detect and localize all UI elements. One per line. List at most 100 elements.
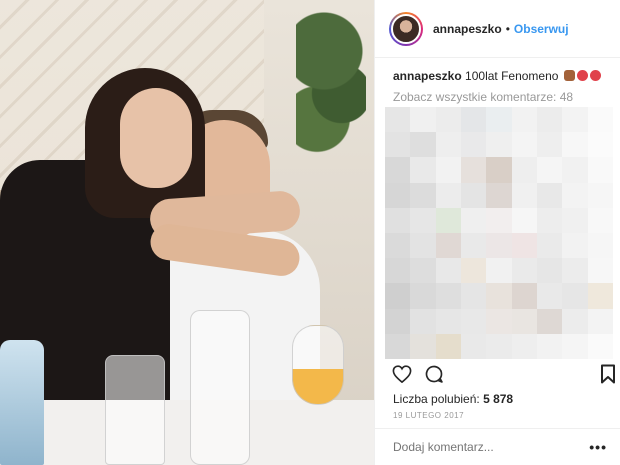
mosaic-tile (461, 308, 487, 334)
mosaic-tile (562, 258, 588, 284)
photo-carafe (190, 310, 250, 465)
mosaic-tile (435, 182, 461, 208)
mosaic-tile (385, 207, 411, 233)
pixelated-comments-area (385, 107, 613, 359)
mosaic-tile (461, 182, 487, 208)
mosaic-tile (385, 157, 411, 183)
mosaic-tile (537, 182, 563, 208)
lollipop-emoji-icon (576, 70, 588, 81)
mosaic-tile (461, 107, 487, 133)
mosaic-tile (587, 207, 613, 233)
avatar[interactable] (389, 11, 423, 46)
mosaic-tile (537, 107, 563, 133)
photo-woman-face (120, 88, 192, 188)
caption-text: 100lat Fenomeno (465, 69, 559, 83)
mosaic-tile (435, 107, 461, 133)
mosaic-tile (385, 132, 411, 158)
mosaic-tile (410, 333, 436, 359)
photo-bottle (0, 340, 44, 465)
mosaic-tile (511, 233, 537, 259)
mosaic-tile (410, 207, 436, 233)
mosaic-tile (486, 258, 512, 284)
mosaic-tile (435, 132, 461, 158)
mosaic-tile (587, 182, 613, 208)
mosaic-tile (562, 182, 588, 208)
bookmark-icon (601, 364, 615, 384)
mosaic-tile (385, 283, 411, 309)
comment-input[interactable] (393, 440, 590, 454)
photo-glass (105, 355, 165, 465)
mosaic-tile (435, 283, 461, 309)
mosaic-tile (461, 207, 487, 233)
mosaic-tile (385, 308, 411, 334)
mosaic-tile (410, 107, 436, 133)
likes-count[interactable]: Liczba polubień: 5 878 (393, 392, 513, 406)
mosaic-tile (486, 308, 512, 334)
mosaic-tile (587, 132, 613, 158)
mosaic-tile (511, 132, 537, 158)
like-button[interactable] (389, 362, 415, 386)
author-username[interactable]: annapeszko (433, 22, 502, 36)
save-button[interactable] (595, 362, 620, 386)
separator-dot: • (505, 21, 510, 36)
mosaic-tile (435, 233, 461, 259)
mosaic-tile (435, 308, 461, 334)
mosaic-tile (511, 258, 537, 284)
mosaic-tile (562, 233, 588, 259)
mosaic-tile (587, 107, 613, 133)
mosaic-tile (486, 182, 512, 208)
mosaic-tile (410, 308, 436, 334)
mosaic-tile (461, 283, 487, 309)
mosaic-tile (587, 308, 613, 334)
mosaic-tile (486, 333, 512, 359)
mosaic-tile (511, 207, 537, 233)
mosaic-tile (537, 132, 563, 158)
mosaic-tile (486, 283, 512, 309)
heart-icon (392, 365, 412, 383)
mosaic-tile (537, 157, 563, 183)
caption-username[interactable]: annapeszko (393, 69, 462, 83)
view-all-comments-link[interactable]: Zobacz wszystkie komentarze: 48 (393, 90, 573, 104)
mosaic-tile (511, 182, 537, 208)
avatar-image (391, 13, 421, 44)
mosaic-tile (511, 308, 537, 334)
mosaic-tile (537, 308, 563, 334)
mosaic-tile (410, 182, 436, 208)
mosaic-tile (562, 132, 588, 158)
mosaic-tile (562, 107, 588, 133)
mosaic-tile (562, 308, 588, 334)
mosaic-tile (537, 207, 563, 233)
mosaic-tile (435, 333, 461, 359)
mosaic-tile (587, 283, 613, 309)
post-caption: annapeszko 100lat Fenomeno (393, 68, 613, 84)
mosaic-tile (562, 333, 588, 359)
photo-plant (296, 0, 366, 170)
mosaic-tile (486, 132, 512, 158)
mosaic-tile (385, 258, 411, 284)
mosaic-tile (562, 207, 588, 233)
action-bar (375, 362, 620, 388)
mosaic-tile (410, 132, 436, 158)
mosaic-tile (511, 107, 537, 133)
mosaic-tile (511, 157, 537, 183)
more-options-button[interactable]: ••• (589, 439, 607, 455)
mosaic-tile (435, 157, 461, 183)
follow-button[interactable]: Obserwuj (514, 22, 569, 36)
post-date[interactable]: 19 LUTEGO 2017 (393, 411, 464, 420)
mosaic-tile (461, 333, 487, 359)
mosaic-tile (461, 258, 487, 284)
mosaic-tile (537, 333, 563, 359)
mosaic-tile (410, 233, 436, 259)
mosaic-tile (461, 132, 487, 158)
comment-button[interactable] (421, 362, 447, 386)
mosaic-tile (511, 333, 537, 359)
mosaic-tile (537, 233, 563, 259)
mosaic-tile (486, 107, 512, 133)
likes-label: Liczba polubień: (393, 392, 480, 406)
comment-icon (425, 365, 443, 383)
mosaic-tile (486, 207, 512, 233)
cake-emoji-icon (563, 70, 575, 81)
mosaic-tile (486, 233, 512, 259)
post-photo[interactable] (0, 0, 374, 465)
mosaic-tile (385, 333, 411, 359)
